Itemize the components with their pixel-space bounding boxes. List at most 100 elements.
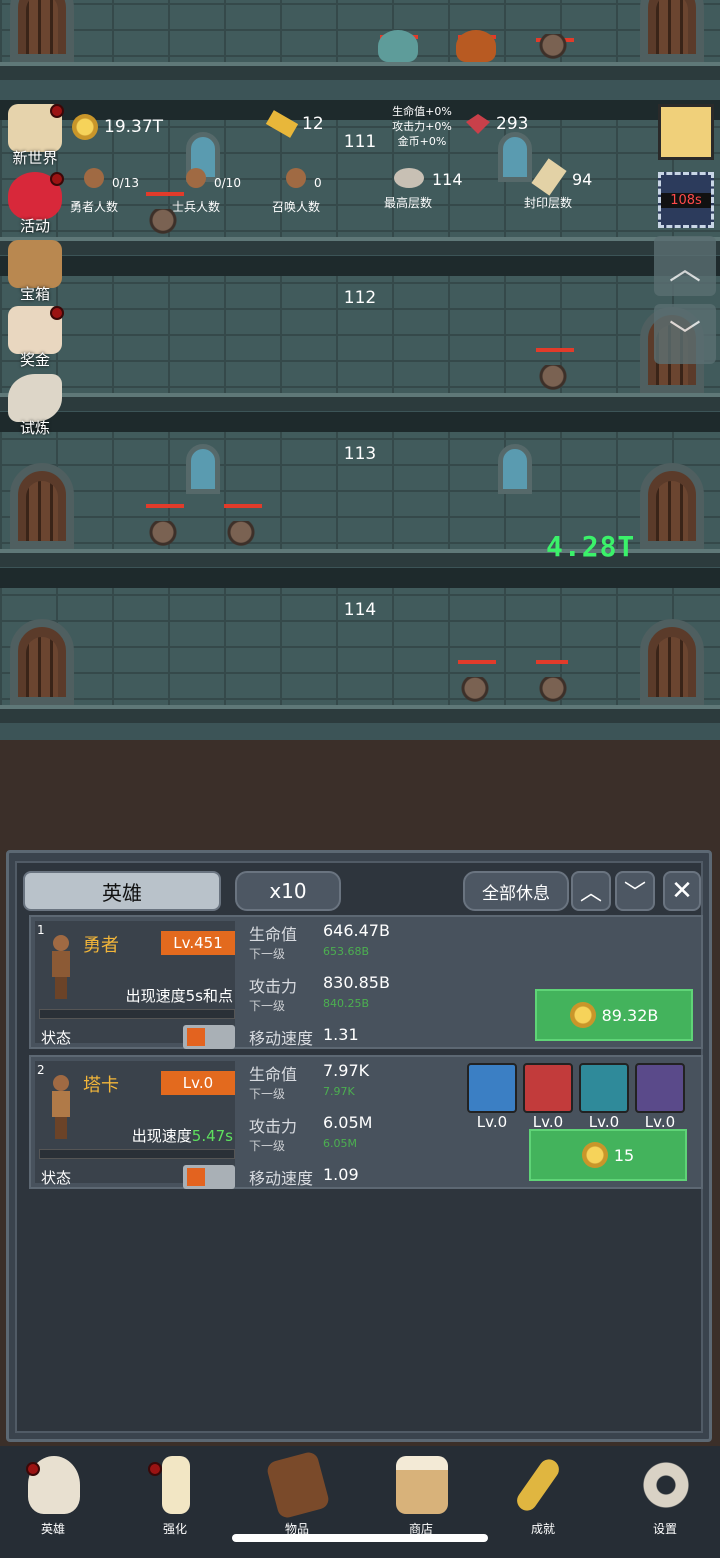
gold-value: 19.37T bbox=[104, 117, 164, 137]
chevron-up-icon: ︿ bbox=[579, 881, 602, 906]
door bbox=[10, 463, 74, 549]
scroll-down-button[interactable]: ﹀ bbox=[654, 304, 716, 364]
hp-next-value: 653.68B bbox=[323, 945, 370, 958]
side-event-button[interactable]: 活动 bbox=[2, 170, 68, 235]
close-button[interactable]: ✕ bbox=[663, 871, 701, 911]
skill-shield-axe-icon[interactable] bbox=[467, 1063, 517, 1113]
hp-label: 生命值 bbox=[249, 925, 298, 944]
spider-enemy[interactable] bbox=[144, 521, 182, 549]
hero-info: 1 勇者 Lv.451 出现速度5s和点 状态 bbox=[35, 921, 235, 1049]
spider-enemy[interactable] bbox=[534, 365, 572, 393]
atk-next-value: 6.05M bbox=[323, 1137, 357, 1150]
gold-bar-icon bbox=[265, 110, 299, 138]
nav-shop[interactable]: 商店 bbox=[376, 1452, 466, 1542]
chevron-down-icon: ﹀ bbox=[668, 317, 701, 355]
hero-state-toggle[interactable] bbox=[183, 1165, 235, 1189]
hero-state-label: 状态 bbox=[41, 1029, 72, 1047]
window bbox=[186, 444, 220, 494]
hero-card[interactable]: 2 塔卡 Lv.0 出现速度5.47s 状态 生命值 7.97K 下一级 7.9… bbox=[29, 1055, 703, 1189]
upgrade-button[interactable]: 15 bbox=[529, 1129, 687, 1181]
skill-level: Lv.0 bbox=[476, 1113, 508, 1131]
spawn-speed-label: 出现速度 bbox=[131, 1127, 192, 1145]
hero-name: 勇者 bbox=[83, 935, 119, 956]
spider-enemy[interactable] bbox=[456, 677, 494, 705]
hero-card[interactable]: 1 勇者 Lv.451 出现速度5s和点 状态 生命值 646.47B 下一级 … bbox=[29, 915, 703, 1049]
scroll-up-button[interactable]: ︿ bbox=[654, 236, 716, 296]
skill-hammer-icon[interactable] bbox=[635, 1063, 685, 1113]
hp-label: 生命值 bbox=[249, 1065, 298, 1084]
tab-heroes[interactable]: 英雄 bbox=[23, 871, 221, 911]
buff-atk: 攻击力+0% bbox=[392, 120, 452, 133]
spider-enemy[interactable] bbox=[534, 34, 572, 62]
side-label: 试炼 bbox=[19, 419, 50, 437]
buff-hp: 生命值+0% bbox=[392, 105, 452, 118]
skill-boot-icon[interactable] bbox=[579, 1063, 629, 1113]
feather-icon bbox=[8, 374, 62, 422]
nav-settings[interactable]: 设置 bbox=[620, 1452, 710, 1542]
hero-panel: 英雄 x10 全部休息 ︿ ﹀ ✕ 1 勇者 Lv.451 出现速度5s和点 状… bbox=[6, 850, 712, 1442]
nav-heroes[interactable]: 英雄 bbox=[8, 1452, 98, 1542]
door bbox=[640, 619, 704, 705]
candle-icon[interactable] bbox=[658, 104, 714, 160]
notification-dot bbox=[26, 1462, 40, 1476]
rock-icon bbox=[394, 168, 424, 188]
floor-114: 114 bbox=[0, 568, 720, 723]
atk-next-label: 下一级 bbox=[249, 1139, 286, 1153]
sort-down-button[interactable]: ﹀ bbox=[615, 871, 655, 911]
atk-label: 攻击力 bbox=[249, 1117, 298, 1136]
gold-bar-value: 12 bbox=[302, 114, 324, 134]
spider-enemy[interactable] bbox=[534, 677, 572, 705]
upgrade-cost: 89.32B bbox=[601, 1005, 659, 1025]
sealed-floor-label: 封印层数 bbox=[524, 196, 573, 210]
upgrade-button[interactable]: 89.32B bbox=[535, 989, 693, 1041]
skill-axe-icon[interactable] bbox=[523, 1063, 573, 1113]
buff-list: 生命值+0% 攻击力+0% 金币+0% bbox=[392, 104, 452, 149]
nav-items[interactable]: 物品 bbox=[252, 1450, 342, 1542]
hp-next-value: 7.97K bbox=[323, 1085, 355, 1098]
side-bonus-button[interactable]: 奖金 bbox=[2, 304, 68, 369]
notification-dot bbox=[50, 104, 64, 118]
rest-all-button[interactable]: 全部休息 bbox=[463, 871, 569, 911]
floor-number: 113 bbox=[343, 444, 377, 464]
tab-heroes-label: 英雄 bbox=[102, 880, 142, 905]
nav-upgrade[interactable]: 强化 bbox=[130, 1452, 220, 1542]
summon-head-icon bbox=[286, 168, 306, 188]
hero-sprite bbox=[47, 935, 75, 999]
brave-count-value: 0/13 bbox=[112, 176, 139, 190]
highest-floor-label: 最高层数 bbox=[384, 196, 433, 210]
gold-bar-counter: 12 bbox=[265, 110, 324, 138]
brave-count-label: 勇者人数 bbox=[70, 200, 119, 214]
side-new-world-button[interactable]: 新世界 bbox=[2, 102, 68, 167]
chevron-up-icon: ︿ bbox=[668, 249, 701, 287]
hero-spawn-speed: 出现速度5s和点 bbox=[125, 987, 233, 1005]
spider-enemy[interactable] bbox=[222, 521, 260, 549]
gem-value: 293 bbox=[496, 114, 529, 134]
side-label: 奖金 bbox=[19, 351, 50, 369]
timer-value: 108s bbox=[661, 193, 711, 208]
book-icon bbox=[265, 1450, 331, 1520]
slime-enemy[interactable] bbox=[378, 30, 418, 62]
timer-button[interactable]: 108s bbox=[658, 172, 714, 228]
slime-enemy[interactable] bbox=[456, 30, 496, 62]
gear-icon bbox=[640, 1456, 692, 1514]
sort-up-button[interactable]: ︿ bbox=[571, 871, 611, 911]
brave-head-icon bbox=[84, 168, 104, 188]
move-speed-label: 移动速度 bbox=[249, 1029, 314, 1048]
nav-achievements[interactable]: 成就 bbox=[498, 1452, 588, 1542]
nav-label: 设置 bbox=[652, 1522, 677, 1536]
enemy-hp-bar bbox=[146, 504, 184, 508]
key-icon bbox=[513, 1455, 563, 1515]
side-chest-button[interactable]: 宝箱 bbox=[2, 238, 68, 303]
atk-value: 6.05M bbox=[323, 1113, 373, 1132]
enemy-hp-bar bbox=[536, 348, 574, 352]
floor-112: 112 bbox=[0, 256, 720, 411]
rest-all-label: 全部休息 bbox=[482, 883, 550, 904]
nav-label: 成就 bbox=[530, 1522, 555, 1536]
beer-mug-icon bbox=[396, 1456, 448, 1514]
floor-number: 112 bbox=[343, 288, 377, 308]
hero-state-toggle[interactable] bbox=[183, 1025, 235, 1049]
multiplier-button[interactable]: x10 bbox=[235, 871, 341, 911]
home-indicator[interactable] bbox=[232, 1534, 488, 1542]
summon-count-value: 0 bbox=[314, 176, 322, 190]
side-trial-button[interactable]: 试炼 bbox=[2, 372, 68, 437]
